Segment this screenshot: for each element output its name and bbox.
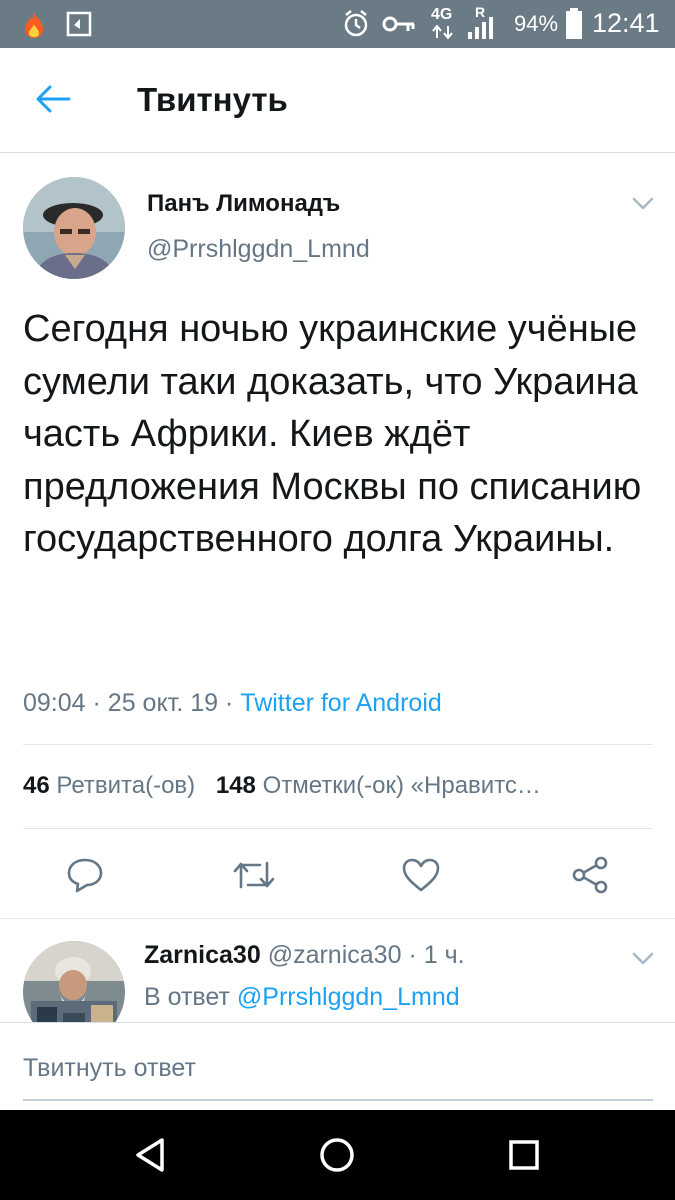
meta-separator: · bbox=[408, 941, 417, 969]
tweet-menu-button[interactable] bbox=[628, 190, 658, 216]
recents-square-icon bbox=[509, 1140, 539, 1170]
tweet-stats: 46 Ретвита(-ов) 148 Отметки(-ок) «Нравит… bbox=[23, 770, 541, 802]
meta-separator: · bbox=[92, 689, 101, 717]
chevron-down-icon bbox=[632, 197, 654, 210]
reply-author-handle[interactable]: @zarnica30 bbox=[268, 941, 402, 969]
data-arrows-icon bbox=[432, 25, 453, 39]
reply-author-name[interactable]: Zarnica30 bbox=[144, 941, 261, 969]
key-icon bbox=[382, 16, 415, 32]
retweet-button[interactable] bbox=[229, 852, 279, 898]
network-type: 4G bbox=[431, 6, 453, 23]
author-name[interactable]: Панъ Лимонадъ bbox=[147, 188, 340, 220]
retweets-count[interactable]: 46 bbox=[23, 772, 50, 799]
screenshot-icon bbox=[66, 11, 92, 37]
signal-icon bbox=[468, 17, 493, 39]
like-button[interactable] bbox=[396, 852, 446, 898]
avatar-photo bbox=[23, 177, 125, 279]
flame-icon bbox=[25, 12, 43, 38]
reply-age: 1 ч. bbox=[423, 941, 465, 969]
tweet-date: 25 окт. 19 bbox=[107, 689, 219, 717]
top-bar: Твитнуть bbox=[0, 48, 675, 153]
share-button[interactable] bbox=[565, 852, 615, 898]
alarm-icon bbox=[344, 10, 368, 37]
arrow-left-icon bbox=[36, 85, 71, 113]
likes-label[interactable]: Отметки(-ок) «Нравитс… bbox=[263, 772, 541, 799]
author-avatar[interactable] bbox=[23, 177, 125, 279]
battery-icon bbox=[566, 8, 582, 39]
share-icon bbox=[572, 856, 608, 894]
in-reply-prefix: В ответ bbox=[144, 983, 230, 1011]
reply-menu-button[interactable] bbox=[628, 945, 658, 971]
retweets-label[interactable]: Ретвита(-ов) bbox=[56, 772, 195, 799]
reply-input[interactable]: Твитнуть ответ bbox=[23, 1051, 196, 1085]
compose-reply-bar: Твитнуть ответ bbox=[0, 1022, 675, 1111]
likes-count[interactable]: 148 bbox=[216, 772, 256, 799]
tweet-text: Сегодня ночью украинские учёные сумели т… bbox=[23, 308, 642, 560]
status-bar: 4G R 94% 12:41 bbox=[0, 0, 675, 48]
tweet-source-link[interactable]: Twitter for Android bbox=[240, 689, 441, 717]
in-reply-to: В ответ @Prrshlggdn_Lmnd bbox=[144, 980, 460, 1014]
page-title: Твитнуть bbox=[137, 81, 288, 118]
meta-separator: · bbox=[225, 689, 234, 717]
reply-icon bbox=[67, 858, 103, 893]
divider bbox=[0, 918, 675, 919]
nav-home-button[interactable] bbox=[307, 1130, 367, 1180]
tweet-time: 09:04 bbox=[23, 689, 86, 717]
reply-header: Zarnica30 @zarnica30 · 1 ч. bbox=[144, 938, 465, 972]
tweet-meta: 09:04 · 25 окт. 19 · Twitter for Android bbox=[23, 686, 442, 720]
back-button[interactable] bbox=[28, 74, 78, 124]
input-underline bbox=[23, 1099, 653, 1101]
battery-percent: 94% bbox=[514, 11, 559, 36]
reply-button[interactable] bbox=[60, 852, 110, 898]
author-handle[interactable]: @Prrshlggdn_Lmnd bbox=[147, 233, 370, 265]
nav-recents-button[interactable] bbox=[494, 1130, 554, 1180]
divider bbox=[23, 828, 653, 829]
system-nav-bar bbox=[0, 1110, 675, 1200]
retweet-icon bbox=[233, 861, 275, 889]
divider bbox=[23, 744, 653, 745]
nav-back-button[interactable] bbox=[120, 1130, 180, 1180]
back-triangle-icon bbox=[136, 1138, 164, 1172]
like-icon bbox=[402, 858, 440, 892]
home-circle-icon bbox=[320, 1138, 354, 1172]
chevron-down-icon bbox=[632, 952, 654, 965]
clock: 12:41 bbox=[592, 8, 660, 38]
in-reply-handle-link[interactable]: @Prrshlggdn_Lmnd bbox=[237, 983, 460, 1011]
